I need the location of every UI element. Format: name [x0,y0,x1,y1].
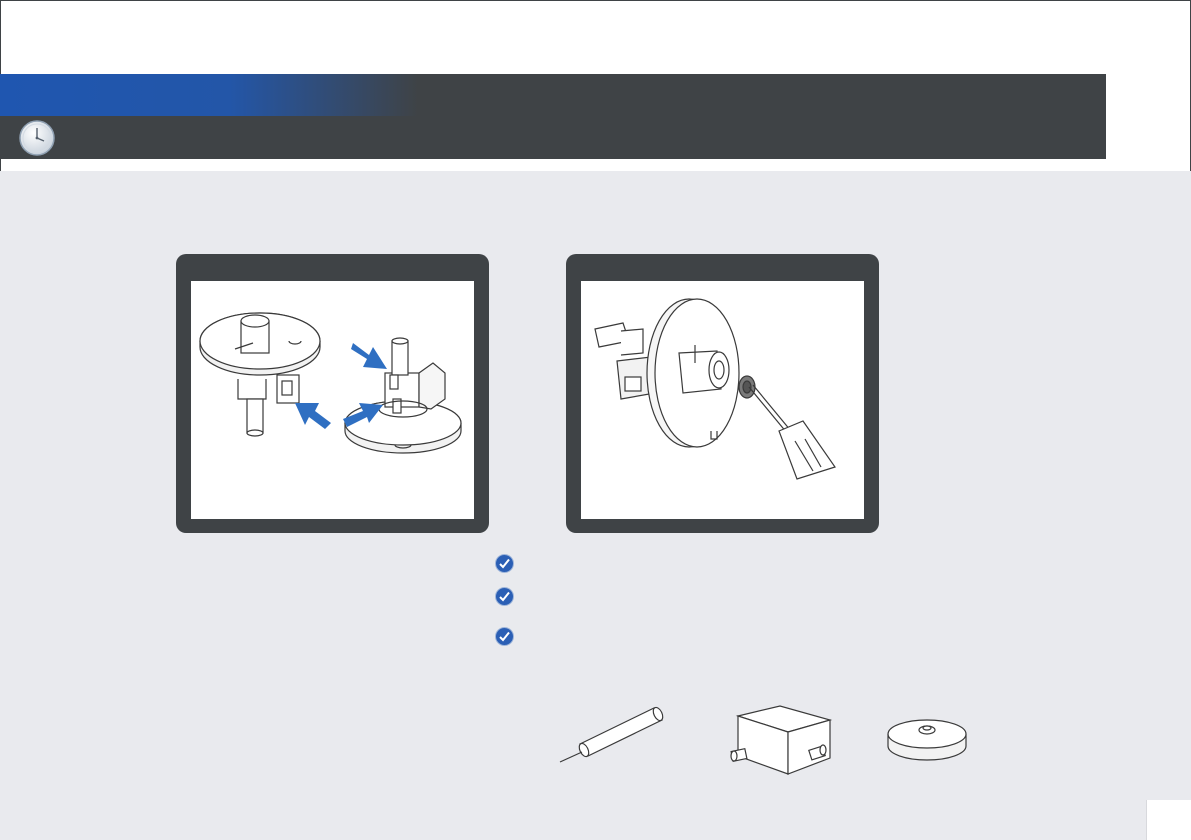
figure-panel-1 [176,254,489,533]
figure-panel-2 [566,254,879,533]
pin-tool-image [556,700,668,773]
page-number-box [1146,800,1191,840]
arrow-icon [295,343,387,429]
clock-icon [18,119,56,157]
checkmark-icon [495,627,514,646]
checkmark-icon [495,554,514,573]
figure-1-image [191,281,474,519]
filter-disc-image [884,712,970,773]
nozzle-block-image [728,698,838,785]
header-title-band [0,74,418,116]
checkmark-icon [495,587,514,606]
figure-2-image [581,281,864,519]
